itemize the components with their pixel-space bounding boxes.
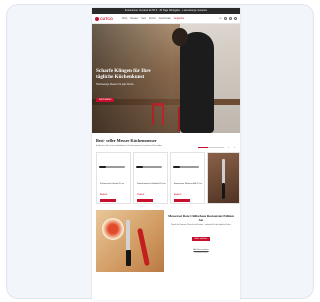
nav-item[interactable]: Shop: [122, 17, 128, 20]
carousel-progress: [198, 146, 224, 148]
add-to-cart-button[interactable]: [137, 198, 153, 202]
main-nav: Shop Messer Sets Küche Geschenke Angebot…: [122, 17, 184, 20]
product-card[interactable]: Kochmesser Klassik 20 cm 89,00 €: [96, 151, 131, 204]
chevron-right-icon[interactable]: ›: [233, 145, 236, 149]
feature-text: Messerset Rote Chilischote Restaurant Ed…: [166, 210, 236, 272]
feature-image: [96, 209, 164, 272]
knife-image: [99, 165, 125, 168]
product-card[interactable]: Santokumesser Edelstahl 18 cm 79,00 €: [133, 151, 168, 204]
product-price: 79,00 €: [137, 193, 145, 196]
hero-text: Scharfe Klingen für Ihre tägliche Küchen…: [96, 68, 158, 105]
knife-image: [136, 165, 162, 168]
feature-cta-button[interactable]: Mehr erfahren: [191, 237, 211, 242]
hero-person-head: [172, 28, 188, 46]
hero-cta-button[interactable]: Jetzt kaufen: [96, 97, 115, 102]
bestsellers-section: Best- seller Messer Küchenmesser Entdeck…: [92, 133, 240, 149]
product-name: Brotmesser Wellenschliff 22 cm: [174, 182, 202, 185]
product-price: 89,00 €: [100, 193, 108, 196]
add-to-cart-button[interactable]: [174, 198, 190, 202]
product-name: Santokumesser Edelstahl 18 cm: [137, 182, 166, 185]
feature-link[interactable]: Alle Sets ansehen: [168, 249, 234, 251]
nav-item-sale[interactable]: Angebote: [174, 17, 184, 20]
chevron-left-icon[interactable]: ‹: [227, 145, 230, 149]
add-to-cart-button[interactable]: [100, 198, 116, 202]
hero-subtitle: Hochwertige Messer für jede Küche: [96, 83, 134, 87]
nav-item[interactable]: Messer: [130, 17, 138, 20]
hero-banner: Scharfe Klingen für Ihre tägliche Küchen…: [92, 24, 240, 133]
knife-blade: [126, 219, 130, 254]
nav-item[interactable]: Sets: [141, 17, 146, 20]
site-header: CUTCO Shop Messer Sets Küche Geschenke A…: [92, 14, 240, 24]
hero-title: Scharfe Klingen für Ihre tägliche Küchen…: [96, 68, 151, 81]
account-icon[interactable]: [229, 17, 232, 20]
header-icons: DE: [219, 17, 237, 20]
hero-person: [180, 32, 214, 133]
logo-text: CUTCO: [100, 16, 113, 21]
knife-handle: [125, 249, 131, 266]
logo[interactable]: CUTCO: [95, 16, 113, 21]
nav-item[interactable]: Geschenke: [159, 17, 171, 20]
feature-section: Messerset Rote Chilischote Restaurant Ed…: [92, 209, 240, 272]
bowl-image: [102, 217, 124, 240]
feature-body: Perfekt für Gemüse, Fleisch und Kräuter …: [170, 223, 232, 226]
cart-icon[interactable]: [234, 17, 237, 20]
knife-image: [221, 158, 226, 199]
chili-image: [137, 227, 150, 266]
feature-note: Versandkostenfrei: [194, 252, 208, 255]
product-carousel: Kochmesser Klassik 20 cm 89,00 € Santoku…: [92, 151, 240, 204]
product-card[interactable]: Brotmesser Wellenschliff 22 cm 69,00 €: [170, 151, 205, 204]
product-name: Kochmesser Klassik 20 cm: [100, 182, 125, 185]
section-title: Best- seller Messer Küchenmesser: [96, 138, 157, 143]
product-lifestyle-image[interactable]: [207, 151, 240, 204]
search-icon[interactable]: [224, 17, 227, 20]
feature-title: Messerset Rote Chilischote Restaurant Ed…: [168, 213, 234, 222]
logo-icon: [95, 16, 99, 21]
language-selector[interactable]: DE: [219, 18, 222, 20]
knife-image: [173, 165, 199, 168]
webpage-preview: Kostenloser Versand ab 50 € · 30 Tage Rü…: [92, 8, 240, 300]
product-price: 69,00 €: [174, 193, 182, 196]
nav-item[interactable]: Küche: [149, 17, 156, 20]
